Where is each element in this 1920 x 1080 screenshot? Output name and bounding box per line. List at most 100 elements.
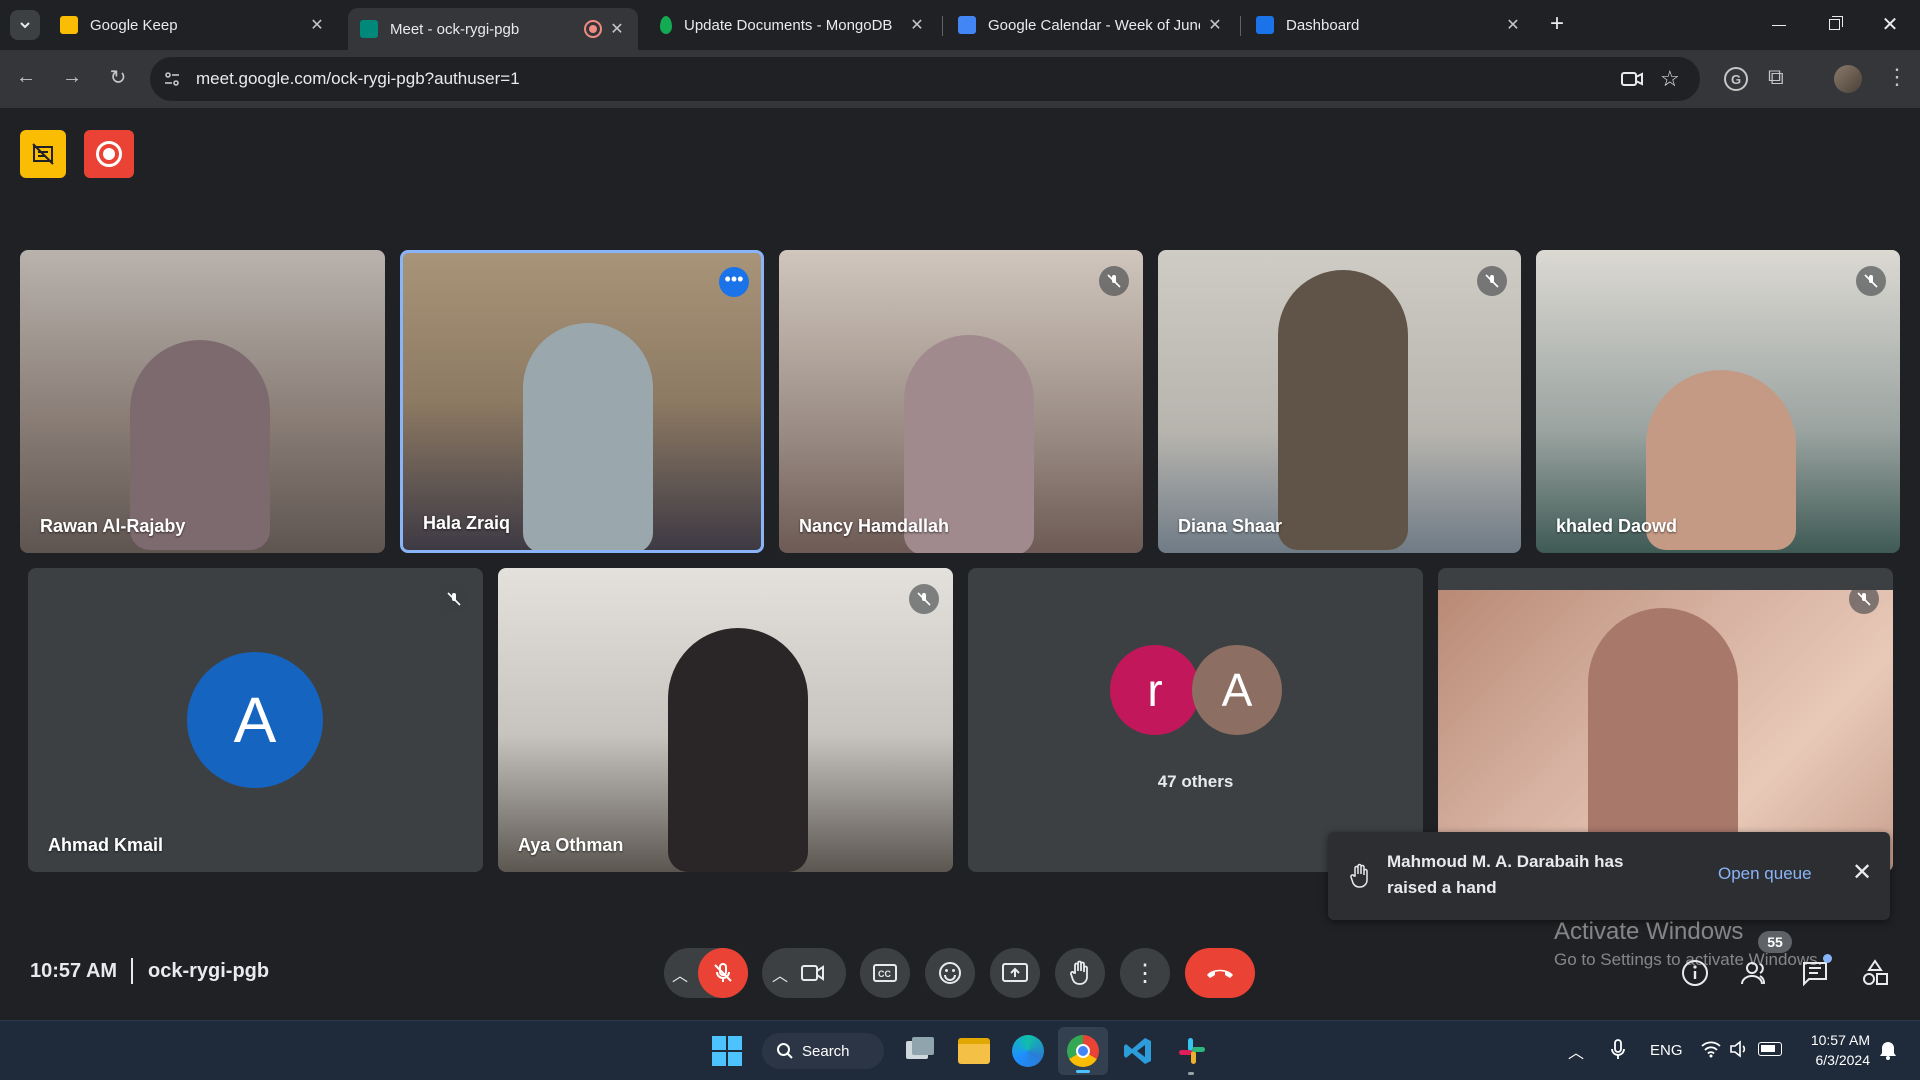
tab-google-calendar[interactable]: Google Calendar - Week of June ✕ [946, 8, 1236, 42]
camera-in-use-icon[interactable] [1620, 69, 1644, 89]
close-tab-icon[interactable]: ✕ [1206, 15, 1224, 35]
vscode-icon[interactable] [1122, 1035, 1154, 1067]
battery-icon[interactable] [1758, 1042, 1782, 1056]
chrome-taskbar-button[interactable] [1058, 1027, 1108, 1075]
tab-mongodb[interactable]: Update Documents - MongoDB ✕ [648, 8, 938, 42]
recording-indicator[interactable] [84, 130, 134, 178]
participant-tile-active[interactable]: ••• Hala Zraiq [400, 250, 764, 553]
calendar-favicon-icon [958, 16, 976, 34]
activities-button[interactable] [1860, 958, 1890, 988]
participant-count-badge: 55 [1758, 931, 1792, 953]
tab-search-button[interactable] [10, 10, 40, 40]
task-view-icon[interactable] [904, 1037, 934, 1065]
participant-tile[interactable] [1438, 568, 1893, 872]
close-tab-icon[interactable]: ✕ [608, 19, 626, 39]
browser-menu-icon[interactable]: ⋮ [1886, 64, 1908, 90]
people-button[interactable] [1738, 958, 1772, 988]
more-options-button[interactable]: ⋮ [1120, 948, 1170, 998]
captions-off-indicator[interactable] [20, 130, 66, 178]
taskbar-clock-date[interactable]: 6/3/2024 [1800, 1052, 1871, 1068]
participant-tile[interactable]: Aya Othman [498, 568, 953, 872]
camera-control-group: ︿ [762, 948, 846, 998]
new-tab-button[interactable]: + [1542, 10, 1572, 40]
close-window-icon[interactable]: ✕ [1872, 10, 1908, 40]
tab-title: Meet - ock-rygi-pgb [390, 20, 520, 38]
muted-mic-icon [909, 584, 939, 614]
no-video-icon [32, 143, 54, 165]
search-label: Search [802, 1042, 850, 1060]
tab-title: Dashboard [1286, 16, 1360, 34]
notification-text-line1: Mahmoud M. A. Darabaih has [1387, 852, 1624, 871]
restore-window-icon[interactable] [1816, 13, 1852, 37]
chrome-icon [1067, 1035, 1099, 1067]
captions-button[interactable]: CC [860, 948, 910, 998]
participant-video [668, 628, 808, 872]
participant-tile[interactable]: khaled Daowd [1536, 250, 1900, 553]
volume-icon[interactable] [1728, 1039, 1750, 1059]
microphone-tray-icon[interactable] [1608, 1037, 1628, 1063]
reload-icon[interactable]: ↻ [106, 65, 130, 90]
tab-meet[interactable]: Meet - ock-rygi-pgb ✕ [348, 8, 638, 50]
participant-tile[interactable]: A Ahmad Kmail [28, 568, 483, 872]
slack-icon[interactable] [1176, 1035, 1208, 1075]
leave-call-button[interactable] [1185, 948, 1255, 998]
show-hidden-icons-chevron-icon[interactable]: ︿ [1568, 1039, 1584, 1063]
mongodb-favicon-icon [660, 16, 672, 34]
raise-hand-button[interactable] [1055, 948, 1105, 998]
record-icon [96, 141, 122, 167]
close-tab-icon[interactable]: ✕ [908, 15, 926, 35]
hand-icon [1070, 960, 1088, 985]
participant-tile[interactable]: Diana Shaar [1158, 250, 1521, 553]
others-avatar: A [1192, 645, 1282, 735]
back-icon[interactable]: ← [14, 66, 38, 89]
close-notification-icon[interactable]: ✕ [1852, 858, 1872, 887]
address-bar[interactable]: meet.google.com/ock-rygi-pgb?authuser=1 … [150, 57, 1700, 101]
meet-stage: Rawan Al-Rajaby ••• Hala Zraiq Nancy Ham… [0, 108, 1920, 1020]
tab-dashboard[interactable]: Dashboard ✕ [1244, 8, 1534, 42]
taskbar-search-box[interactable]: Search [762, 1033, 884, 1069]
muted-mic-icon [1849, 584, 1879, 614]
svg-text:CC: CC [878, 969, 891, 979]
meeting-details-button[interactable] [1680, 958, 1710, 988]
mic-options-chevron-icon[interactable]: ︿ [672, 962, 688, 986]
notification-text-line2: raised a hand [1387, 878, 1497, 897]
profile-avatar[interactable] [1834, 65, 1862, 93]
close-tab-icon[interactable]: ✕ [1504, 15, 1522, 35]
participant-name: Aya Othman [518, 835, 624, 855]
open-queue-button[interactable]: Open queue [1718, 864, 1812, 884]
closed-captions-icon: CC [873, 964, 897, 982]
more-vertical-icon: ⋮ [1133, 959, 1157, 987]
keep-favicon-icon [60, 16, 78, 34]
extensions-puzzle-icon[interactable]: ⧉ [1768, 64, 1784, 90]
camera-toggle-button[interactable] [800, 961, 826, 990]
present-screen-button[interactable] [990, 948, 1040, 998]
file-explorer-icon[interactable] [958, 1038, 990, 1064]
minimize-window-icon[interactable] [1760, 13, 1796, 37]
participant-tile[interactable]: Rawan Al-Rajaby [20, 250, 385, 553]
bookmark-star-icon[interactable]: ☆ [1660, 66, 1680, 92]
info-icon [1682, 960, 1708, 986]
mic-toggle-button[interactable] [698, 948, 748, 998]
site-info-icon[interactable] [162, 69, 182, 89]
others-tile[interactable]: r A 47 others [968, 568, 1423, 872]
participant-tile[interactable]: Nancy Hamdallah [779, 250, 1143, 553]
others-count-label: 47 others [1157, 772, 1234, 791]
reactions-button[interactable] [925, 948, 975, 998]
search-icon [777, 1043, 793, 1059]
tab-google-keep[interactable]: Google Keep ✕ [48, 8, 338, 42]
notifications-bell-icon[interactable] [1878, 1039, 1898, 1061]
taskbar-clock-time[interactable]: 10:57 AM [1800, 1032, 1870, 1048]
windows-start-icon[interactable] [712, 1036, 742, 1066]
language-indicator[interactable]: ENG [1650, 1042, 1683, 1059]
grammarly-extension-icon[interactable]: G [1724, 67, 1748, 91]
close-tab-icon[interactable]: ✕ [308, 15, 326, 35]
people-icon [1741, 962, 1766, 985]
dashboard-favicon-icon [1256, 16, 1274, 34]
chat-button[interactable] [1800, 954, 1832, 988]
edge-browser-icon[interactable] [1012, 1035, 1044, 1067]
shapes-icon [1863, 959, 1888, 985]
camera-options-chevron-icon[interactable]: ︿ [772, 962, 788, 986]
wifi-icon[interactable] [1700, 1039, 1722, 1059]
more-options-button[interactable]: ••• [719, 267, 749, 297]
forward-icon[interactable]: → [60, 66, 84, 89]
